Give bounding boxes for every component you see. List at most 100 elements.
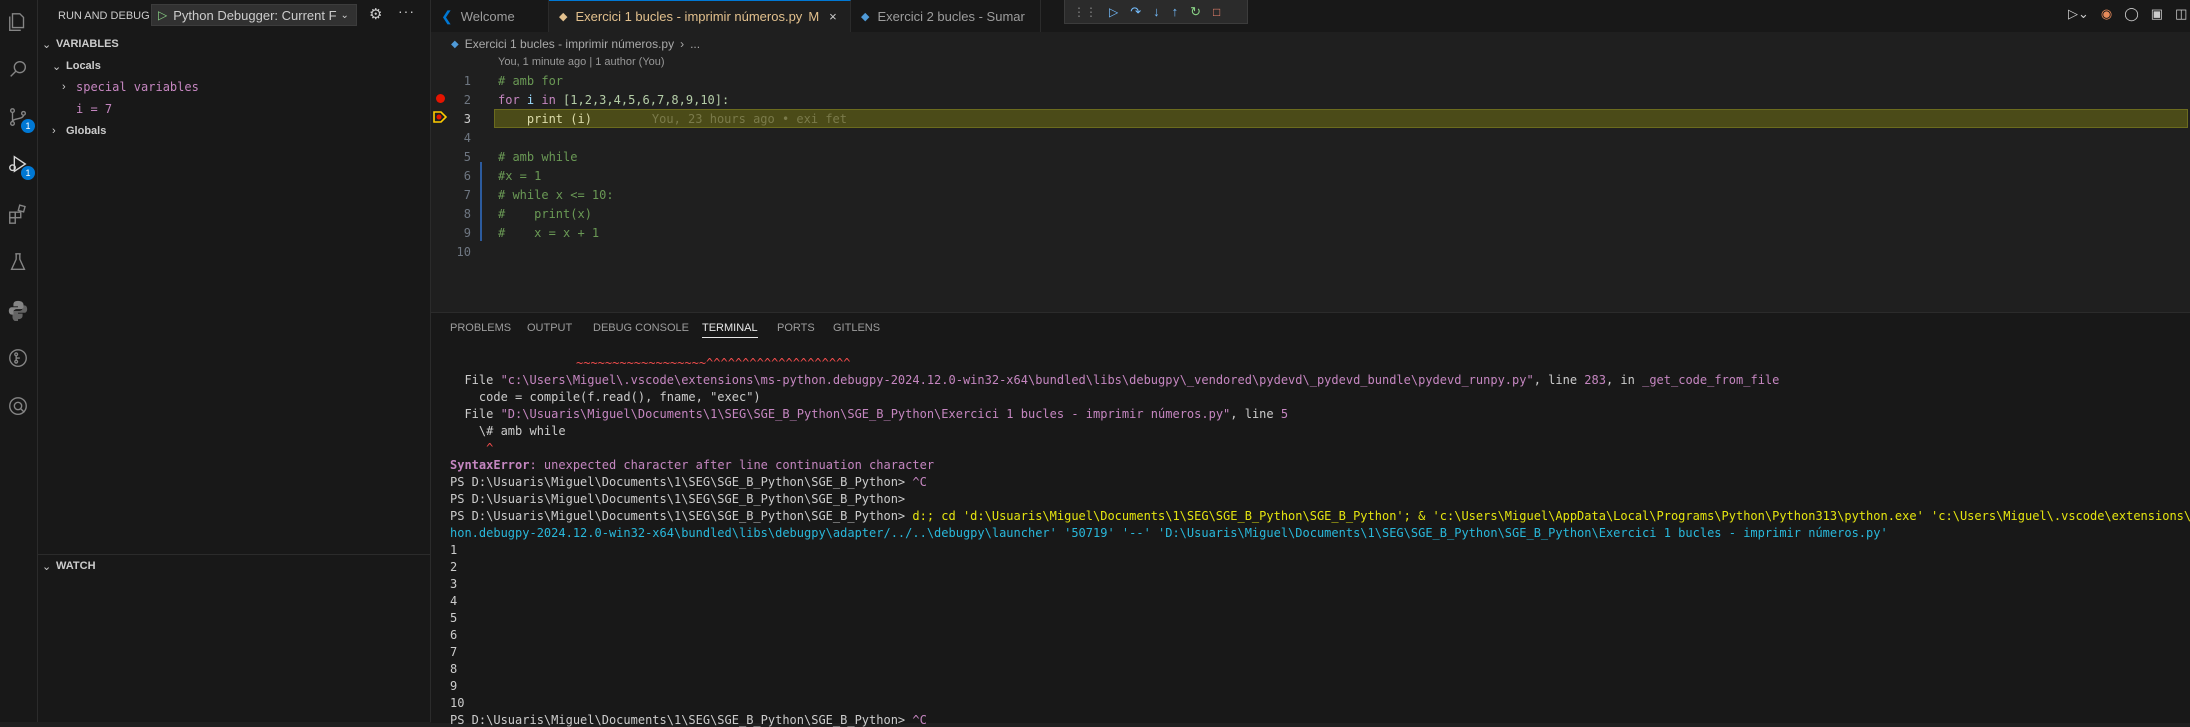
tab-gitlens[interactable]: GITLENS <box>833 322 880 334</box>
locals-scope[interactable]: ⌄ Locals <box>52 57 101 75</box>
terminal-output: 2 <box>450 560 458 574</box>
variables-section-header[interactable]: ⌄ VARIABLES <box>42 35 119 53</box>
terminal-output: 3 <box>450 577 458 591</box>
search-icon[interactable] <box>4 55 32 83</box>
line-number: 1 <box>463 74 471 88</box>
breadcrumb-more[interactable]: ... <box>690 37 700 51</box>
line-number: 10 <box>456 245 471 259</box>
vscode-icon: ❮ <box>441 7 453 24</box>
tab-exercici-1[interactable]: ◆ Exercici 1 bucles - imprimir números.p… <box>549 0 851 32</box>
breadcrumb-file[interactable]: Exercici 1 bucles - imprimir números.py <box>465 37 674 51</box>
terminal-text: , line <box>1533 373 1585 387</box>
close-icon[interactable]: × <box>829 9 837 24</box>
terminal-path: "D:\Usuaris\Miguel\Documents\1\SEG\SGE_B… <box>500 407 1231 421</box>
preview-icon[interactable]: ▣ <box>2151 6 2163 22</box>
terminal-output: 9 <box>450 679 458 693</box>
run-debug-icon[interactable]: 1 <box>4 150 35 180</box>
python-icon[interactable] <box>4 296 32 324</box>
more-actions-icon[interactable]: ··· <box>398 3 415 19</box>
debug-config-label: Python Debugger: Current F <box>173 7 337 23</box>
step-over-icon[interactable]: ↷ <box>1130 4 1141 20</box>
code-line-1: # amb for <box>498 74 564 88</box>
codelens-blame[interactable]: You, 1 minute ago | 1 author (You) <box>498 56 665 68</box>
line-number: 7 <box>463 188 471 202</box>
continue-icon[interactable]: ▷ <box>1109 5 1118 19</box>
chevron-down-icon: ⌄ <box>340 9 349 21</box>
terminal-ctrl-c: ^C <box>912 475 927 489</box>
gear-icon[interactable]: ⚙ <box>369 5 382 23</box>
locals-label: Locals <box>66 60 101 72</box>
print-call: print (i) <box>498 112 592 126</box>
terminal-prompt: PS D:\Usuaris\Miguel\Documents\1\SEG\SGE… <box>450 475 913 489</box>
terminal-line: SyntaxError: unexpected character after … <box>450 458 934 472</box>
modified-indicator: M <box>808 9 820 24</box>
variable-i[interactable]: i = 7 <box>76 100 112 118</box>
terminal-prompt: PS D:\Usuaris\Miguel\Documents\1\SEG\SGE… <box>450 713 913 727</box>
restart-icon[interactable]: ↻ <box>1190 4 1201 20</box>
loop-variable: i <box>519 93 542 107</box>
gitlens-icon[interactable] <box>4 344 32 372</box>
breakpoint-icon[interactable] <box>436 94 445 103</box>
terminal-text: File <box>450 407 501 421</box>
variables-header: VARIABLES <box>56 38 119 50</box>
split-editor-icon[interactable]: ◫ <box>2175 6 2187 22</box>
start-debugging-icon[interactable]: ▷ <box>158 8 167 22</box>
step-into-icon[interactable]: ↓ <box>1153 4 1160 19</box>
tab-debug-console[interactable]: DEBUG CONSOLE <box>593 322 689 334</box>
chevron-down-icon: ⌄ <box>52 60 62 73</box>
line-number: 5 <box>463 150 471 164</box>
tab-ports[interactable]: PORTS <box>777 322 815 334</box>
terminal-output: 4 <box>450 594 458 608</box>
terminal-line: \# amb while <box>450 424 566 438</box>
open-changes-icon[interactable]: ◯ <box>2124 6 2139 22</box>
line-number: 9 <box>463 226 471 240</box>
remote-explorer-icon[interactable] <box>4 392 32 420</box>
code-line-9: # x = x + 1 <box>498 226 600 240</box>
run-python-icon[interactable]: ▷⌄ <box>2068 6 2089 22</box>
stop-icon[interactable]: □ <box>1213 5 1220 19</box>
chevron-right-icon: › <box>52 125 56 137</box>
extensions-icon[interactable] <box>4 200 32 228</box>
watch-section-header[interactable]: ⌄ WATCH <box>42 557 96 575</box>
tab-welcome-label: Welcome <box>460 8 515 24</box>
tab-exercici-2[interactable]: ◆ Exercici 2 bucles - Sumar <box>851 0 1041 32</box>
chevron-down-icon: ⌄ <box>42 560 52 573</box>
python-file-icon: ◆ <box>559 11 568 23</box>
run-debug-badge: 1 <box>21 166 35 180</box>
code-editor[interactable] <box>431 32 2190 310</box>
tab-terminal[interactable]: TERMINAL <box>702 322 758 338</box>
special-variables-item[interactable]: › special variables <box>62 78 199 96</box>
code-line-8: # print(x) <box>498 207 592 221</box>
code-line-7: # while x <= 10: <box>498 188 614 202</box>
python-file-icon: ◆ <box>861 10 870 23</box>
gitlens-compare-icon[interactable]: ◉ <box>2101 6 2112 22</box>
current-execution-icon <box>433 110 448 124</box>
terminal-text: File <box>450 373 501 387</box>
terminal-line: PS D:\Usuaris\Miguel\Documents\1\SEG\SGE… <box>450 713 927 727</box>
globals-scope[interactable]: › Globals <box>52 122 106 140</box>
python-file-icon: ◆ <box>451 38 459 50</box>
tab-problems[interactable]: PROBLEMS <box>450 322 511 334</box>
terminal-output: 1 <box>450 543 458 557</box>
terminal-output: 10 <box>450 696 465 710</box>
terminal-output: 5 <box>450 611 458 625</box>
line-number: 4 <box>463 131 471 145</box>
terminal-prompt: PS D:\Usuaris\Miguel\Documents\1\SEG\SGE… <box>450 509 913 523</box>
terminal-command: hon.debugpy-2024.12.0-win32-x64\bundled\… <box>450 526 1888 540</box>
terminal-command: d:; cd 'd:\Usuaris\Miguel\Documents\1\SE… <box>912 509 2190 523</box>
list-literal: [1,2,3,4,5,6,7,8,9,10]: <box>555 93 730 107</box>
debug-config-select[interactable]: ▷ Python Debugger: Current F ⌄ <box>151 4 357 26</box>
drag-handle-icon[interactable]: ⋮⋮ <box>1073 5 1097 19</box>
keyword-for: for <box>498 93 520 107</box>
debug-toolbar: ⋮⋮ ▷ ↷ ↓ ↑ ↻ □ <box>1064 0 1248 24</box>
inline-blame: You, 23 hours ago • exi fet <box>651 112 847 126</box>
sidebar-title: RUN AND DEBUG <box>58 10 150 22</box>
step-out-icon[interactable]: ↑ <box>1172 4 1179 19</box>
testing-icon[interactable] <box>4 248 32 276</box>
terminal-error-name: SyntaxError <box>450 458 530 472</box>
explorer-icon[interactable] <box>4 8 32 36</box>
terminal-line: ^ <box>450 441 494 455</box>
source-control-icon[interactable]: 1 <box>4 103 35 133</box>
tab-output[interactable]: OUTPUT <box>527 322 572 334</box>
tab-welcome[interactable]: ❮ Welcome <box>431 0 549 32</box>
